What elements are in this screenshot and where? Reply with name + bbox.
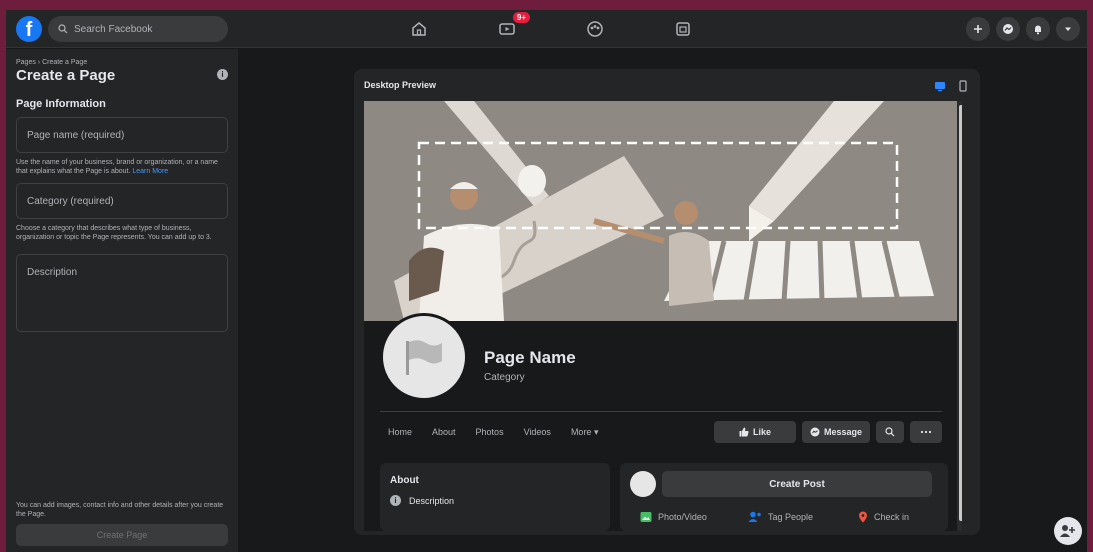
post-avatar: [630, 471, 656, 497]
facebook-logo[interactable]: f: [16, 16, 42, 42]
search-icon: [885, 427, 895, 437]
gaming-icon[interactable]: [672, 18, 694, 40]
search-input[interactable]: Search Facebook: [48, 16, 228, 42]
category-field[interactable]: Category (required): [16, 183, 228, 219]
watch-badge: 9+: [512, 12, 530, 23]
groups-icon[interactable]: [584, 18, 606, 40]
preview-scrollbar[interactable]: [957, 101, 962, 531]
notifications-icon[interactable]: [1026, 17, 1050, 41]
learn-more-link[interactable]: Learn More: [132, 168, 168, 175]
photo-video-label: Photo/Video: [658, 512, 707, 522]
category-placeholder: Category (required): [27, 195, 114, 207]
page-preview: Page Name Category Home About Photos Vid…: [364, 101, 962, 531]
like-label: Like: [752, 427, 771, 437]
cover-illustration: [364, 101, 957, 321]
location-pin-icon: [859, 511, 867, 523]
messenger-icon: [810, 427, 820, 437]
about-description-row: i Description: [390, 495, 454, 506]
info-icon: i: [390, 495, 401, 506]
create-post-button[interactable]: Create Post: [662, 471, 932, 497]
bottom-help: You can add images, contact info and oth…: [16, 502, 224, 518]
tag-people-icon: [748, 511, 761, 522]
page-name-preview: Page Name: [484, 348, 576, 367]
page-name-placeholder: Page name (required): [27, 129, 125, 141]
plus-icon[interactable]: [966, 17, 990, 41]
breadcrumb[interactable]: Pages › Create a Page: [16, 59, 228, 66]
about-title: About: [390, 475, 419, 486]
tab-home[interactable]: Home: [388, 427, 412, 438]
page-name-help-text: Use the name of your business, brand or …: [16, 159, 218, 175]
desktop-preview-panel: Desktop Preview Page Name Category Home …: [354, 69, 980, 535]
page-name-field[interactable]: Page name (required): [16, 117, 228, 153]
about-card: About i Description: [380, 463, 610, 531]
scrollbar-thumb[interactable]: [959, 105, 962, 521]
page-tabs: Home About Photos Videos More ▾: [388, 427, 618, 438]
tab-photos[interactable]: Photos: [476, 427, 504, 438]
profile-picture[interactable]: [380, 313, 468, 401]
contacts-icon: [1060, 525, 1075, 537]
photo-video-button[interactable]: Photo/Video: [640, 511, 707, 523]
create-page-button[interactable]: Create Page: [16, 524, 228, 546]
check-in-label: Check in: [874, 512, 910, 522]
create-page-panel: Pages › Create a Page Create a Page i Pa…: [6, 49, 238, 552]
page-search-button[interactable]: [876, 421, 904, 443]
more-options-button[interactable]: [910, 421, 942, 443]
page-name-help: Use the name of your business, brand or …: [16, 158, 228, 176]
message-button[interactable]: Message: [802, 421, 870, 443]
category-preview: Category: [484, 372, 525, 383]
desktop-view-icon[interactable]: [934, 79, 946, 92]
tag-people-label: Tag People: [768, 512, 814, 522]
like-button[interactable]: Like: [714, 421, 796, 443]
page-title: Create a Page: [16, 67, 116, 84]
search-icon: [58, 24, 68, 34]
watch-icon[interactable]: 9+: [496, 12, 530, 40]
message-label: Message: [823, 427, 863, 437]
tab-videos[interactable]: Videos: [524, 427, 551, 438]
top-navigation-bar: f Search Facebook 9+: [6, 10, 1087, 48]
tab-more[interactable]: More ▾: [571, 427, 599, 438]
preview-header: Desktop Preview: [364, 80, 437, 90]
cover-photo[interactable]: [364, 101, 957, 321]
facebook-window: f Search Facebook 9+ Pages › Create a Pa…: [6, 10, 1087, 552]
check-in-button[interactable]: Check in: [858, 511, 909, 523]
photo-icon: [640, 512, 652, 522]
create-post-card: Create Post Photo/Video Tag People Check…: [620, 463, 948, 531]
divider: [380, 411, 942, 412]
messenger-icon[interactable]: [996, 17, 1020, 41]
description-placeholder: Description: [27, 267, 78, 278]
tab-about[interactable]: About: [432, 427, 456, 438]
about-description: Description: [409, 495, 455, 506]
tag-people-button[interactable]: Tag People: [748, 511, 813, 523]
home-icon[interactable]: [408, 18, 430, 40]
mobile-view-icon[interactable]: [957, 79, 969, 92]
category-help: Choose a category that describes what ty…: [16, 225, 212, 241]
section-heading: Page Information: [16, 98, 106, 110]
flag-icon: [406, 340, 442, 375]
description-field[interactable]: Description: [16, 254, 228, 332]
new-message-button[interactable]: [1054, 517, 1082, 545]
account-menu-icon[interactable]: [1056, 17, 1080, 41]
thumbs-up-icon: [739, 427, 749, 437]
info-icon[interactable]: i: [217, 69, 228, 80]
search-placeholder: Search Facebook: [74, 23, 153, 35]
ellipsis-icon: [920, 430, 932, 434]
